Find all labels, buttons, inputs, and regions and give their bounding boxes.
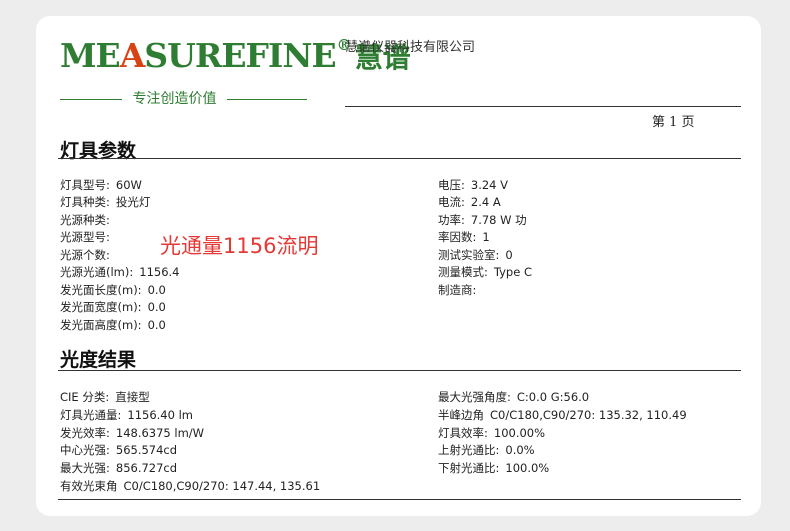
param-label: 光源型号: xyxy=(60,230,110,244)
result-value: C0/C180,C90/270: 135.32, 110.49 xyxy=(490,408,687,422)
param-row: 制造商: xyxy=(438,283,482,298)
result-label: 下射光通比: xyxy=(438,461,500,475)
param-row: 测试实验室: 0 xyxy=(438,248,513,263)
param-label: 测量模式: xyxy=(438,265,488,279)
result-row: 最大光强: 856.727cd xyxy=(60,461,177,476)
param-value: 0 xyxy=(505,248,513,262)
param-label: 率因数: xyxy=(438,230,477,244)
param-value: 1 xyxy=(482,230,490,244)
footer-rule xyxy=(58,499,741,500)
result-row: 发光效率: 148.6375 lm/W xyxy=(60,426,204,441)
param-row: 光源个数: xyxy=(60,248,116,263)
param-row: 电压: 3.24 V xyxy=(438,178,508,193)
result-value: 1156.40 lm xyxy=(127,408,193,422)
param-row: 光源种类: xyxy=(60,213,116,228)
slogan-line-left xyxy=(60,98,122,100)
param-row: 电流: 2.4 A xyxy=(438,195,501,210)
company-logo: MEASUREFINE® 慧谱 专注创造价值 xyxy=(60,24,411,114)
param-value: 7.78 W 功 xyxy=(470,213,527,227)
param-row: 灯具型号: 60W xyxy=(60,178,142,193)
param-value: 0.0 xyxy=(147,300,166,314)
param-label: 发光面宽度(m): xyxy=(60,300,142,314)
result-value: 856.727cd xyxy=(115,461,178,475)
param-value: 2.4 A xyxy=(470,195,501,209)
param-value: 3.24 V xyxy=(470,178,509,192)
param-label: 电压: xyxy=(438,178,465,192)
param-label: 灯具种类: xyxy=(60,195,110,209)
results-title: 光度结果 xyxy=(60,349,137,371)
param-row: 功率: 7.78 W 功 xyxy=(438,213,527,228)
param-label: 光源种类: xyxy=(60,213,110,227)
lamp-params-rule xyxy=(58,158,741,159)
result-label: CIE 分类: xyxy=(60,390,110,404)
param-label: 功率: xyxy=(438,213,465,227)
result-value: C0/C180,C90/270: 147.44, 135.61 xyxy=(123,479,321,493)
param-value: 60W xyxy=(115,178,142,192)
result-value: 100.00% xyxy=(493,426,546,440)
param-label: 灯具型号: xyxy=(60,178,110,192)
page-number: 第 1 页 xyxy=(652,115,695,130)
logo-text-a: A xyxy=(119,36,146,75)
result-label: 发光效率: xyxy=(60,426,110,440)
result-value: 直接型 xyxy=(115,390,150,404)
param-row: 光源光通(lm): 1156.4 xyxy=(60,265,180,280)
result-label: 中心光强: xyxy=(60,443,110,457)
result-row: 上射光通比: 0.0% xyxy=(438,443,535,458)
result-value: 100.0% xyxy=(505,461,550,475)
result-label: 半峰边角 xyxy=(438,408,484,422)
logo-slogan-row: 专注创造价值 xyxy=(60,88,325,108)
result-label: 有效光束角 xyxy=(60,479,118,493)
result-row: 最大光强角度: C:0.0 G:56.0 xyxy=(438,390,589,405)
result-value: 0.0% xyxy=(505,443,535,457)
param-label: 光源个数: xyxy=(60,248,110,262)
param-label: 制造商: xyxy=(438,283,477,297)
result-row: 中心光强: 565.574cd xyxy=(60,443,177,458)
param-value: 投光灯 xyxy=(115,195,151,209)
result-row: 有效光束角 C0/C180,C90/270: 147.44, 135.61 xyxy=(60,479,320,494)
result-row: 灯具效率: 100.00% xyxy=(438,426,545,441)
results-rule xyxy=(58,370,741,371)
param-label: 测试实验室: xyxy=(438,248,500,262)
param-label: 电流: xyxy=(438,195,465,209)
param-row: 发光面长度(m): 0.0 xyxy=(60,283,166,298)
result-value: 565.574cd xyxy=(115,443,178,457)
result-label: 最大光强角度: xyxy=(438,390,511,404)
logo-slogan: 专注创造价值 xyxy=(132,91,217,107)
header-rule xyxy=(345,106,741,107)
param-label: 发光面高度(m): xyxy=(60,318,142,332)
param-label: 光源光通(lm): xyxy=(60,265,134,279)
logo-text-surefine: SUREFINE xyxy=(144,36,336,75)
param-row: 灯具种类: 投光灯 xyxy=(60,195,150,210)
param-value: 0.0 xyxy=(147,318,166,332)
result-label: 上射光通比: xyxy=(438,443,500,457)
param-row: 测量模式: Type C xyxy=(438,265,532,280)
result-value: 148.6375 lm/W xyxy=(115,426,205,440)
result-label: 灯具光通量: xyxy=(60,408,122,422)
param-row: 发光面高度(m): 0.0 xyxy=(60,318,166,333)
param-row: 率因数: 1 xyxy=(438,230,490,245)
param-value: 0.0 xyxy=(147,283,166,297)
param-row: 光源型号: xyxy=(60,230,116,245)
company-name: 慧谱仪器科技有限公司 xyxy=(345,40,476,55)
param-label: 发光面长度(m): xyxy=(60,283,142,297)
result-row: 灯具光通量: 1156.40 lm xyxy=(60,408,193,423)
result-row: 半峰边角 C0/C180,C90/270: 135.32, 110.49 xyxy=(438,408,687,423)
luminous-flux-annotation: 光通量1156流明 xyxy=(160,234,319,258)
logo-text-me: ME xyxy=(60,36,121,75)
result-label: 最大光强: xyxy=(60,461,110,475)
param-value: Type C xyxy=(493,265,532,279)
result-label: 灯具效率: xyxy=(438,426,488,440)
result-row: 下射光通比: 100.0% xyxy=(438,461,549,476)
result-value: C:0.0 G:56.0 xyxy=(516,390,590,404)
param-value: 1156.4 xyxy=(139,265,180,279)
slogan-line-right xyxy=(226,98,307,100)
result-row: CIE 分类: 直接型 xyxy=(60,390,150,405)
param-row: 发光面宽度(m): 0.0 xyxy=(60,300,166,315)
